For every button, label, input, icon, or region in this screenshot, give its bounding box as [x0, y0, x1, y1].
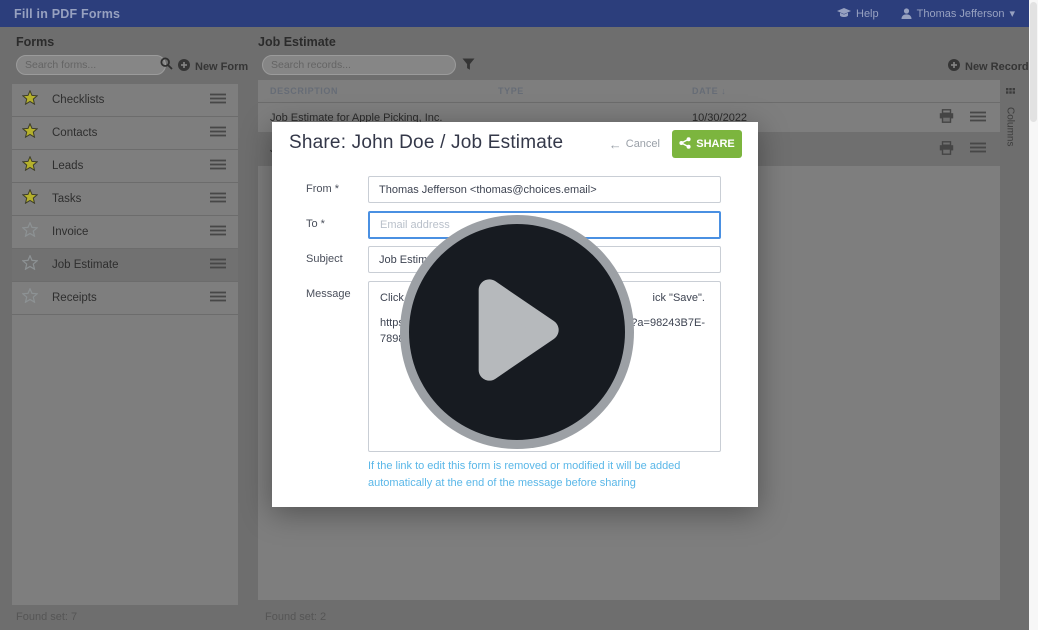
cancel-button[interactable]: ← Cancel: [609, 138, 660, 150]
message-label: Message: [306, 288, 351, 300]
table-header-row: DESCRIPTION TYPE DATE↓: [258, 80, 1000, 103]
item-menu-icon[interactable]: [210, 91, 226, 109]
dialog-title: Share: John Doe / Job Estimate: [289, 132, 563, 154]
cancel-label: Cancel: [626, 138, 660, 150]
plus-circle-icon: [948, 59, 960, 74]
filter-icon[interactable]: [462, 58, 475, 76]
play-icon: [469, 270, 579, 395]
sidebar-item-contacts[interactable]: Contacts: [12, 117, 238, 150]
search-records-field[interactable]: [262, 55, 456, 75]
item-menu-icon[interactable]: [210, 256, 226, 274]
subject-label: Subject: [306, 253, 343, 265]
page-scrollbar[interactable]: [1029, 0, 1038, 630]
to-label: To *: [306, 218, 325, 230]
sidebar-item-leads[interactable]: Leads: [12, 150, 238, 183]
sort-desc-icon: ↓: [721, 86, 726, 96]
sidebar-found-set: Found set: 7: [16, 611, 77, 623]
sidebar-item-invoice[interactable]: Invoice: [12, 216, 238, 249]
sidebar-item-tasks[interactable]: Tasks: [12, 183, 238, 216]
scrollbar-thumb[interactable]: [1030, 2, 1037, 122]
new-form-label: New Form: [195, 61, 248, 73]
column-header-description[interactable]: DESCRIPTION: [258, 86, 498, 96]
message-text: ick "Save".: [653, 290, 705, 306]
column-header-date[interactable]: DATE↓: [692, 86, 726, 96]
search-icon: [160, 57, 173, 73]
star-outline-icon[interactable]: [22, 288, 38, 308]
share-icon: [679, 137, 691, 152]
star-filled-icon[interactable]: [22, 123, 38, 143]
item-menu-icon[interactable]: [210, 223, 226, 241]
star-outline-icon[interactable]: [22, 222, 38, 242]
item-menu-icon[interactable]: [210, 124, 226, 142]
user-name: Thomas Jefferson: [917, 8, 1005, 20]
sidebar-item-receipts[interactable]: Receipts: [12, 282, 238, 315]
search-forms-field[interactable]: [16, 55, 166, 75]
star-filled-icon[interactable]: [22, 156, 38, 176]
star-filled-icon[interactable]: [22, 90, 38, 110]
sidebar-item-label: Leads: [52, 160, 83, 172]
sidebar-item-label: Receipts: [52, 292, 97, 304]
row-menu-icon[interactable]: [970, 111, 986, 125]
page-title: Job Estimate: [258, 35, 336, 49]
column-header-type[interactable]: TYPE: [498, 86, 692, 96]
from-field[interactable]: [368, 176, 721, 203]
item-menu-icon[interactable]: [210, 289, 226, 307]
item-menu-icon[interactable]: [210, 157, 226, 175]
user-icon: [901, 8, 912, 19]
new-record-label: New Record: [965, 61, 1029, 73]
forms-list: Checklists Contacts Leads Tasks Invoice …: [12, 84, 238, 605]
records-found-set: Found set: 2: [265, 611, 326, 623]
sidebar-item-checklists[interactable]: Checklists: [12, 84, 238, 117]
plus-circle-icon: [178, 59, 190, 74]
star-outline-icon[interactable]: [22, 255, 38, 275]
sidebar-item-job-estimate[interactable]: Job Estimate: [12, 249, 238, 282]
search-forms-input[interactable]: [25, 59, 160, 71]
search-records-input[interactable]: [271, 59, 447, 71]
sidebar-item-label: Tasks: [52, 193, 81, 205]
sidebar-item-label: Contacts: [52, 127, 97, 139]
row-menu-icon[interactable]: [970, 142, 986, 156]
star-filled-icon[interactable]: [22, 189, 38, 209]
sidebar-heading: Forms: [16, 35, 54, 49]
app-title: Fill in PDF Forms: [14, 7, 120, 21]
item-menu-icon[interactable]: [210, 190, 226, 208]
chevron-down-icon: ▾: [1009, 7, 1015, 20]
video-play-button[interactable]: [400, 215, 634, 449]
columns-button[interactable]: Columns: [1000, 84, 1020, 146]
help-button[interactable]: Help: [837, 8, 879, 20]
arrow-left-icon: ←: [609, 139, 622, 150]
sidebar-item-label: Checklists: [52, 94, 104, 106]
share-button[interactable]: SHARE: [672, 130, 742, 158]
user-menu[interactable]: Thomas Jefferson ▾: [901, 7, 1015, 20]
share-hint-text: If the link to edit this form is removed…: [368, 458, 726, 492]
new-record-button[interactable]: New Record: [948, 59, 1029, 74]
top-bar: Fill in PDF Forms Help Thomas Jefferson …: [0, 0, 1029, 27]
help-label: Help: [856, 8, 879, 20]
print-icon[interactable]: [939, 109, 954, 126]
grid-icon: [1006, 84, 1015, 102]
sidebar-item-label: Job Estimate: [52, 259, 118, 271]
from-label: From *: [306, 183, 339, 195]
columns-label: Columns: [1005, 107, 1016, 146]
sidebar-item-label: Invoice: [52, 226, 88, 238]
help-icon: [837, 8, 851, 19]
share-label: SHARE: [696, 138, 735, 150]
new-form-button[interactable]: New Form: [178, 59, 248, 74]
print-icon[interactable]: [939, 141, 954, 158]
